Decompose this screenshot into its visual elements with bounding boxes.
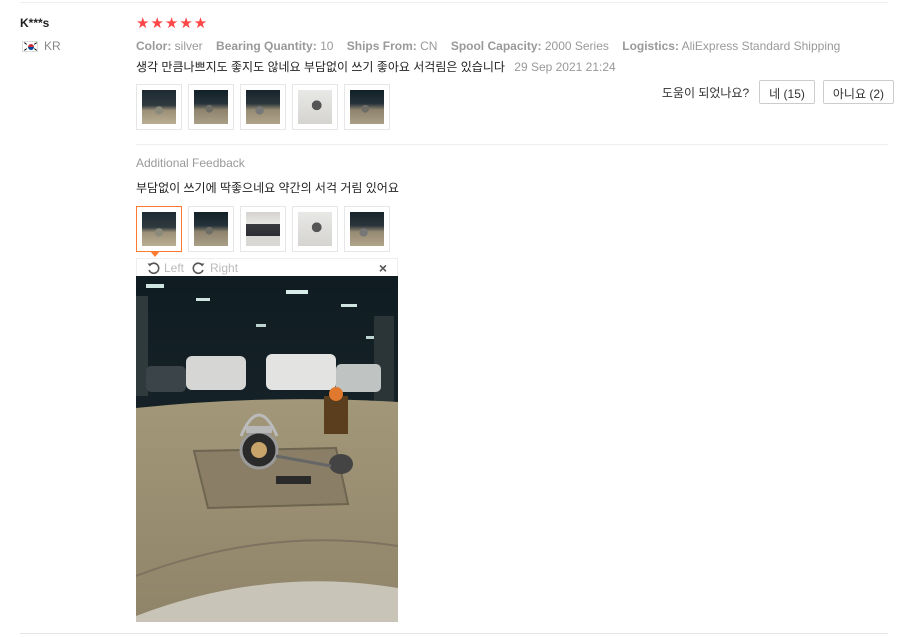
star-rating: ★★★★★ (136, 15, 209, 32)
helpful-label: 도움이 되었나요? (661, 85, 750, 100)
rotate-left-icon (147, 261, 160, 274)
additional-photo-selected[interactable] (136, 206, 182, 252)
enlarged-review-photo (136, 276, 398, 622)
korea-flag-icon (22, 40, 38, 52)
additional-photo[interactable] (240, 206, 286, 252)
helpful-yes-button[interactable]: 네 (15) (759, 80, 815, 104)
additional-photo[interactable] (188, 206, 234, 252)
attr-value-logistics: AliExpress Standard Shipping (681, 39, 841, 53)
rotate-left-button[interactable]: Left (146, 261, 184, 275)
additional-photo[interactable] (292, 206, 338, 252)
review-photo[interactable] (240, 84, 286, 130)
helpful-no-button[interactable]: 아니요 (2) (822, 80, 894, 104)
review-photo[interactable] (292, 84, 338, 130)
reviewer-info: K***s KR (20, 16, 120, 53)
attr-key-color: Color: (136, 39, 172, 53)
review-photo[interactable] (188, 84, 234, 130)
rotate-right-label: Right (210, 260, 239, 275)
reviewer-country: KR (20, 39, 120, 53)
additional-feedback-text: 부담없이 쓰기에 딱좋으네요 약간의 서걱 거림 있어요 (136, 181, 399, 195)
additional-feedback-title: Additional Feedback (136, 156, 245, 170)
photo-viewer: Left Right × (136, 258, 398, 622)
additional-photo[interactable] (344, 206, 390, 252)
attr-value-color: silver (174, 39, 203, 53)
helpful-vote: 도움이 되었나요? 네 (15) 아니요 (2) (662, 80, 894, 104)
top-divider (20, 2, 888, 3)
reviewer-name: K***s (20, 16, 50, 30)
order-attributes: Color: silver Bearing Quantity: 10 Ships… (136, 39, 888, 53)
viewer-toolbar: Left Right × (136, 258, 398, 276)
attr-key-bearing: Bearing Quantity: (216, 39, 317, 53)
rotate-left-label: Left (164, 260, 185, 275)
feedback-divider (136, 144, 888, 145)
bottom-divider (20, 633, 888, 634)
additional-photos (136, 206, 888, 252)
review-body: ★★★★★ Color: silver Bearing Quantity: 10… (136, 14, 888, 130)
country-code: KR (44, 39, 61, 53)
review-date: 29 Sep 2021 21:24 (514, 60, 616, 74)
attr-key-ships-from: Ships From: (346, 39, 417, 53)
review-photo[interactable] (344, 84, 390, 130)
selected-photo-caret (150, 251, 160, 257)
attr-key-logistics: Logistics: (622, 39, 679, 53)
review-content: 생각 만큼나쁘지도 좋지도 않네요 부담없이 쓰기 좋아요 서걱림은 있습니다 (136, 60, 505, 74)
rotate-right-button[interactable]: Right (192, 261, 238, 275)
close-icon[interactable]: × (379, 260, 387, 276)
additional-feedback: Additional Feedback 부담없이 쓰기에 딱좋으네요 약간의 서… (136, 156, 888, 252)
rotate-right-icon (192, 261, 205, 274)
attr-key-spool: Spool Capacity: (450, 39, 542, 53)
attr-value-bearing: 10 (320, 39, 334, 53)
review-photo[interactable] (136, 84, 182, 130)
attr-value-ships-from: CN (420, 39, 438, 53)
review-text: 생각 만큼나쁘지도 좋지도 않네요 부담없이 쓰기 좋아요 서걱림은 있습니다 … (136, 58, 888, 75)
attr-value-spool: 2000 Series (544, 39, 609, 53)
